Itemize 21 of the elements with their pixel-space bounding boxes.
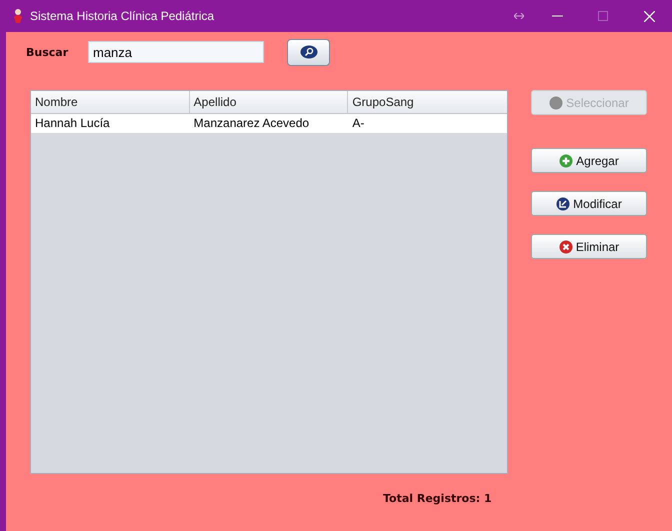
delete-button[interactable]: Eliminar: [531, 234, 647, 259]
column-header[interactable]: Nombre: [31, 91, 190, 113]
delete-icon: [558, 240, 573, 254]
total-records: Total Registros: 1: [383, 492, 492, 505]
app-icon: [12, 8, 24, 24]
circle-icon: [549, 96, 564, 110]
search-button[interactable]: [287, 38, 330, 66]
table-cell-text: Hannah Lucía: [34, 115, 111, 132]
table-row[interactable]: Hannah Lucía Manzanarez Acevedo A-: [31, 114, 507, 133]
search-field[interactable]: manza: [88, 41, 264, 63]
column-header[interactable]: Apellido: [190, 91, 348, 113]
search-icon: [300, 45, 318, 59]
search-label: Buscar: [26, 46, 70, 58]
column-header[interactable]: GrupoSang: [348, 91, 507, 113]
add-button[interactable]: Agregar: [531, 148, 647, 173]
plus-icon: [559, 154, 574, 168]
window-title: Sistema Historia Clínica Pediátrica: [30, 9, 214, 23]
edit-button[interactable]: Modificar: [531, 191, 647, 216]
edit-icon: [556, 196, 570, 210]
table-cell-text: A-: [351, 115, 366, 132]
table-cell-text: Manzanarez Acevedo: [192, 115, 310, 132]
